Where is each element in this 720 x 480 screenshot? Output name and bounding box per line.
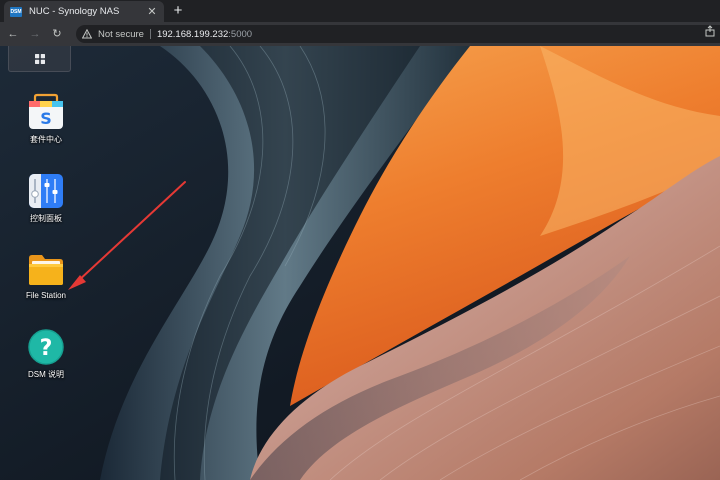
forward-button[interactable]: →: [26, 25, 44, 43]
address-separator: [149, 29, 151, 39]
grid-icon: [34, 53, 45, 64]
app-label: 控制面板: [30, 214, 62, 223]
svg-text:S: S: [40, 109, 52, 128]
desktop-app-file-station[interactable]: File Station: [14, 250, 78, 300]
desktop-app-package-center[interactable]: S 套件中心: [14, 93, 78, 145]
package-center-icon: S: [29, 93, 63, 129]
share-icon[interactable]: [704, 25, 716, 37]
new-tab-button[interactable]: +: [170, 1, 186, 21]
address-bar[interactable]: Not secure 192.168.199.232 :5000: [76, 25, 720, 43]
back-button[interactable]: ←: [4, 25, 22, 43]
url-port: :5000: [228, 28, 253, 40]
tab-strip: DSM NUC - Synology NAS ✕ +: [0, 0, 720, 22]
desktop-app-dsm-help[interactable]: ? DSM 说明: [14, 328, 78, 380]
main-menu-button[interactable]: [8, 46, 71, 72]
tab-title: NUC - Synology NAS: [29, 6, 120, 17]
security-status-label[interactable]: Not secure: [98, 29, 144, 40]
url-host: 192.168.199.232: [156, 28, 229, 40]
browser-toolbar: ← → ↻ Not secure 192.168.199.232 :5000: [0, 22, 720, 46]
desktop-app-control-panel[interactable]: 控制面板: [14, 172, 78, 224]
dsm-desktop[interactable]: S 套件中心 控制面板 File Station ? DSM 说明: [0, 46, 720, 480]
reload-button[interactable]: ↻: [48, 25, 66, 43]
app-label: DSM 说明: [28, 370, 64, 379]
svg-text:?: ?: [40, 336, 53, 361]
warning-icon[interactable]: [82, 29, 92, 39]
canyon-wallpaper: [0, 46, 720, 480]
help-icon: ?: [28, 329, 64, 365]
folder-icon: [29, 255, 63, 285]
dsm-favicon-icon: DSM: [10, 6, 22, 17]
control-panel-icon: [29, 174, 63, 208]
close-icon[interactable]: ✕: [146, 5, 158, 18]
browser-tab[interactable]: DSM NUC - Synology NAS ✕: [4, 1, 164, 22]
app-label: 套件中心: [30, 135, 62, 144]
app-label: File Station: [25, 291, 67, 300]
